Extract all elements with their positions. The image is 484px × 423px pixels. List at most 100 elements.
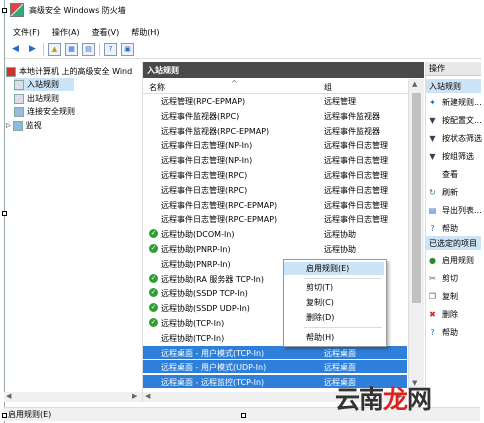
ctx-enable-rule[interactable]: 启用规则(E)	[284, 262, 384, 275]
table-row[interactable]: 远程桌面 - 用户模式(UDP-In) 远程桌面	[143, 360, 407, 374]
tree-item-connection-security[interactable]: 连接安全规则	[14, 105, 75, 118]
action-item[interactable]: ❐ 复制	[428, 290, 458, 303]
rule-group: 远程桌面	[324, 348, 356, 358]
rule-group: 远程事件监视器	[324, 111, 380, 121]
up-folder-icon[interactable]: ▲	[48, 42, 61, 56]
table-row[interactable]: 远程桌面 - 用户模式(TCP-In) 远程桌面	[143, 345, 407, 359]
window-title: 高级安全 Windows 防火墙	[29, 5, 126, 15]
ctx-delete[interactable]: 删除(D)	[284, 311, 384, 324]
action-label: 帮助	[442, 224, 458, 233]
show-hide-tree-icon[interactable]: ▦	[65, 42, 78, 56]
action-item[interactable]: ▤ 导出列表...	[428, 204, 482, 217]
action-item[interactable]: ✖ 删除	[428, 308, 458, 321]
rule-name: 远程协助(DCOM-In)	[161, 230, 235, 240]
tree-item-outbound-rules[interactable]: 出站规则	[14, 92, 59, 105]
ctx-separator	[304, 278, 382, 279]
actions-section-selected[interactable]: 已选定的项目	[426, 236, 481, 250]
menu-file[interactable]: 文件(F)	[13, 27, 40, 38]
menu-help[interactable]: 帮助(H)	[131, 27, 159, 38]
forward-icon[interactable]: ▶	[26, 43, 39, 56]
table-row[interactable]: 远程事件日志管理(RPC-EPMAP) 远程事件日志管理	[143, 212, 407, 225]
rules-pane: 入站规则 名称 ^ 组 远程管理(RPC-EPMAP) 远程管理 远程事件监视器(R…	[143, 62, 424, 402]
enabled-check-icon: ✓	[149, 303, 158, 313]
ctx-cut[interactable]: 剪切(T)	[284, 281, 384, 294]
scroll-left-icon[interactable]: ◀	[145, 392, 150, 400]
enabled-check-icon: ✓	[149, 318, 158, 327]
help-icon: ?	[430, 224, 435, 233]
action-label: 查看	[442, 170, 458, 179]
ctx-help[interactable]: 帮助(H)	[284, 331, 384, 344]
tree-item-label: 入站规则	[27, 80, 59, 89]
tree-item-monitoring[interactable]: ▷ 监视	[6, 119, 42, 132]
action-label: 启用规则	[442, 256, 474, 265]
console-icon[interactable]: ▣	[121, 42, 134, 56]
ctx-copy[interactable]: 复制(C)	[284, 296, 384, 309]
properties-icon[interactable]: ▤	[82, 42, 95, 56]
action-label: 帮助	[442, 328, 458, 337]
tree-item-inbound-rules[interactable]: 入站规则	[14, 78, 74, 91]
help-icon: ?	[430, 328, 435, 337]
tree-item-label: 监视	[25, 121, 42, 130]
menu-view[interactable]: 查看(V)	[92, 27, 120, 38]
scroll-left-icon[interactable]: ◀	[6, 392, 11, 400]
action-item[interactable]: ● 启用规则	[428, 254, 474, 267]
table-row[interactable]: 远程事件日志管理(NP-In) 远程事件日志管理	[143, 153, 407, 166]
filter-group-icon: ▼	[429, 152, 436, 161]
column-name[interactable]: 名称	[149, 82, 165, 93]
action-item[interactable]: ✂ 剪切	[428, 272, 458, 285]
column-group[interactable]: 组	[324, 82, 332, 93]
table-row[interactable]: 远程管理(RPC-EPMAP) 远程管理	[143, 94, 407, 107]
help-icon[interactable]: ?	[104, 42, 117, 56]
rule-name: 远程事件日志管理(NP-In)	[161, 141, 253, 151]
delete-icon: ✖	[429, 310, 436, 319]
rules-pane-header: 入站规则	[143, 62, 424, 78]
table-row[interactable]: 远程事件监视器(RPC-EPMAP) 远程事件监视器	[143, 124, 407, 137]
table-row[interactable]: ✓ 远程协助(PNRP-In) 远程协助	[143, 242, 407, 255]
table-row[interactable]: 远程事件监视器(RPC) 远程事件监视器	[143, 109, 407, 122]
firewall-shield-icon	[6, 66, 16, 77]
enabled-check-icon: ✓	[149, 244, 158, 253]
action-item[interactable]: 查看	[428, 168, 458, 181]
table-row[interactable]: 远程事件日志管理(NP-In) 远程事件日志管理	[143, 138, 407, 151]
table-row[interactable]: 远程事件日志管理(RPC) 远程事件日志管理	[143, 183, 407, 196]
selection-handle	[2, 211, 7, 216]
action-item[interactable]: ? 帮助	[428, 326, 458, 339]
scroll-right-icon[interactable]: ▶	[132, 392, 137, 400]
export-icon: ▤	[428, 206, 437, 215]
rule-group: 远程事件日志管理	[324, 215, 388, 225]
rule-name: 远程协助(SSDP TCP-In)	[161, 289, 248, 299]
selection-handle	[2, 8, 7, 13]
back-icon[interactable]: ◀	[9, 43, 22, 56]
monitoring-icon	[12, 120, 23, 131]
table-row[interactable]: ✓ 远程协助(DCOM-In) 远程协助	[143, 227, 407, 240]
scroll-up-icon[interactable]: ▲	[412, 80, 417, 88]
tree-item-label: 出站规则	[27, 94, 59, 103]
navigation-tree: 本地计算机 上的高级安全 Wind 入站规则 出站规则 连接安全规则 ▷ 监视	[4, 62, 143, 402]
column-header: 名称 ^ 组	[143, 79, 424, 94]
table-row[interactable]: 远程事件日志管理(RPC) 远程事件日志管理	[143, 168, 407, 181]
rule-name: 远程协助(TCP-In)	[161, 333, 225, 343]
rule-name: 远程桌面 - 远程监控(TCP-In)	[161, 378, 265, 388]
action-item[interactable]: ↻ 刷新	[428, 186, 458, 199]
actions-section-inbound[interactable]: 入站规则	[426, 79, 481, 93]
rule-name: 远程协助(RA 服务器 TCP-In)	[161, 274, 265, 284]
action-item[interactable]: ▼ 按状态筛选	[428, 132, 482, 145]
action-label: 新建规则...	[442, 98, 482, 107]
scroll-thumb[interactable]	[412, 93, 421, 303]
table-row[interactable]: 远程事件日志管理(RPC-EPMAP) 远程事件日志管理	[143, 198, 407, 211]
expand-arrow-icon[interactable]: ▷	[6, 122, 11, 129]
menu-action[interactable]: 操作(A)	[52, 27, 80, 38]
action-item[interactable]: ▼ 按组筛选	[428, 150, 474, 163]
action-item[interactable]: ✦ 新建规则...	[428, 96, 482, 109]
tree-root[interactable]: 本地计算机 上的高级安全 Wind	[6, 65, 132, 78]
tree-horizontal-scrollbar[interactable]: ◀ ▶	[4, 392, 142, 402]
action-item[interactable]: ▼ 按配置文...	[428, 114, 481, 127]
rule-name: 远程事件日志管理(NP-In)	[161, 156, 253, 166]
action-label: 复制	[442, 292, 458, 301]
rules-vertical-scrollbar[interactable]: ▲ ▼	[408, 79, 424, 389]
filter-state-icon: ▼	[429, 134, 436, 143]
blank-icon	[428, 170, 437, 179]
action-item[interactable]: ? 帮助	[428, 222, 458, 235]
watermark-text: 云南龙网	[335, 385, 432, 414]
enabled-check-icon: ✓	[149, 273, 158, 283]
